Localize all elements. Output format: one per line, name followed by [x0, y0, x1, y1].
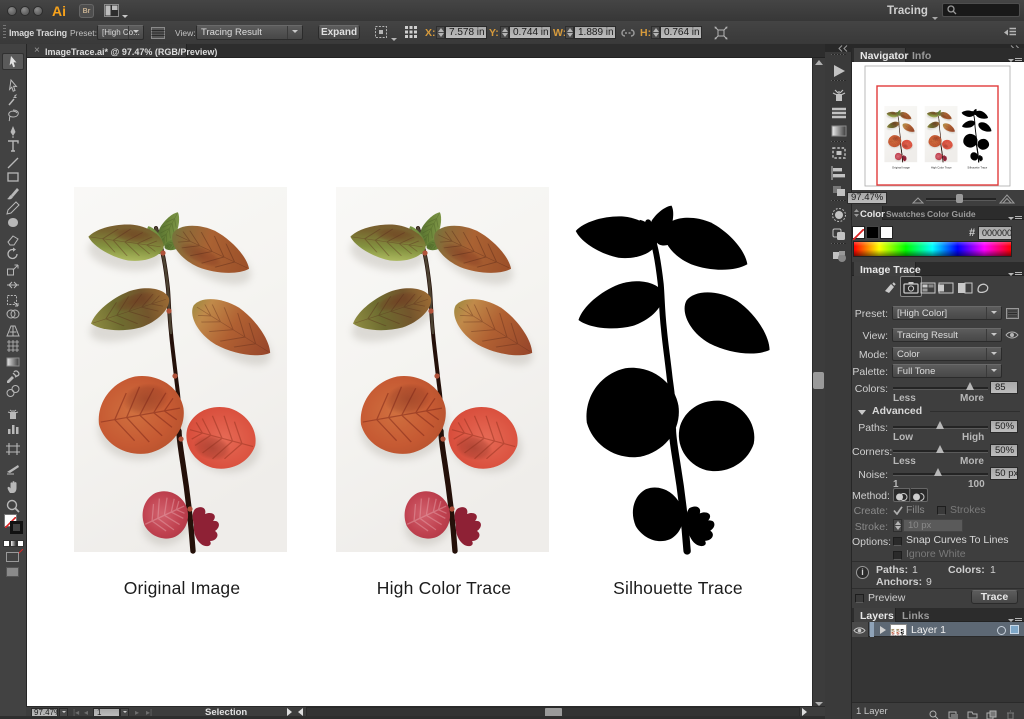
svg-text:High Color Trace: High Color Trace — [377, 578, 512, 598]
svg-text:Original Image: Original Image — [124, 578, 241, 598]
svg-text:Silhouette Trace: Silhouette Trace — [613, 578, 743, 598]
